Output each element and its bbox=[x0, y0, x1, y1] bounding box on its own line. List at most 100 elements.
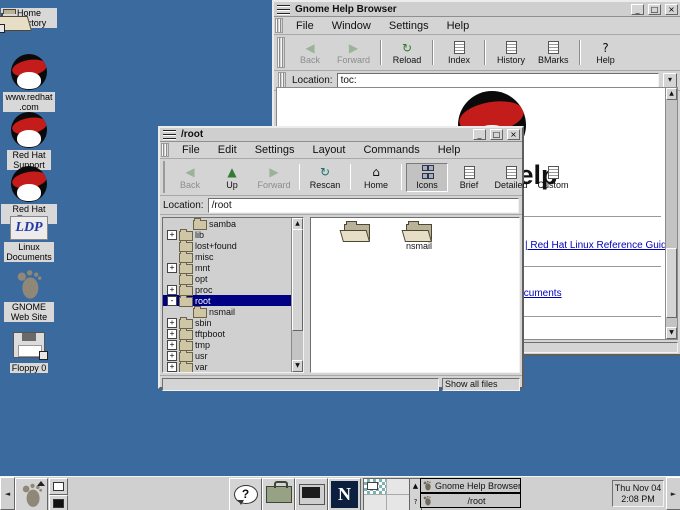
bmarks-button[interactable]: BMarks bbox=[532, 38, 575, 67]
menu-window[interactable]: Window bbox=[323, 19, 380, 33]
terminal-launcher[interactable] bbox=[295, 478, 328, 510]
content-scrollbar[interactable]: ▲ ▼ bbox=[665, 88, 677, 339]
menu-commands[interactable]: Commands bbox=[354, 143, 428, 157]
menubar-drag-handle[interactable] bbox=[161, 143, 169, 157]
panel-hide-right-button[interactable]: ► bbox=[666, 477, 680, 510]
maximize-button[interactable]: □ bbox=[648, 4, 661, 15]
config-tool-launcher[interactable] bbox=[262, 478, 295, 510]
menu-help[interactable]: Help bbox=[438, 19, 479, 33]
tree-item-lib[interactable]: +lib bbox=[163, 229, 292, 240]
help-launcher[interactable]: ? bbox=[229, 478, 262, 510]
scroll-down-icon[interactable]: ▼ bbox=[292, 360, 303, 372]
menubar-drag-handle[interactable] bbox=[275, 18, 283, 33]
window-menu-icon[interactable] bbox=[276, 4, 291, 15]
maximize-button[interactable]: □ bbox=[490, 129, 503, 140]
toolbar-drag-handle[interactable] bbox=[163, 161, 165, 193]
help-window-titlebar[interactable]: Gnome Help Browser _ □ × bbox=[274, 2, 680, 17]
expand-icon[interactable]: + bbox=[167, 329, 177, 339]
minimize-button[interactable]: _ bbox=[631, 4, 644, 15]
tree-item-nsmail[interactable]: nsmail bbox=[163, 306, 292, 317]
rescan-button[interactable]: ↻Rescan bbox=[304, 163, 346, 192]
expand-icon[interactable]: + bbox=[167, 285, 177, 295]
expand-icon[interactable]: + bbox=[167, 351, 177, 361]
tree-item-usr[interactable]: +usr bbox=[163, 350, 292, 361]
scroll-down-icon[interactable]: ▼ bbox=[666, 327, 677, 339]
expand-icon[interactable]: + bbox=[167, 318, 177, 328]
expand-icon[interactable]: + bbox=[167, 263, 177, 273]
menu-layout[interactable]: Layout bbox=[303, 143, 354, 157]
task-gnome-help-browser[interactable]: Gnome Help Browser bbox=[420, 478, 521, 493]
netscape-launcher[interactable]: N bbox=[328, 478, 361, 510]
desktop-icon-red-hat-support[interactable]: Red Hat Support bbox=[1, 112, 57, 173]
screen-light-icon[interactable] bbox=[49, 478, 68, 495]
detailed-view-button[interactable]: Detailed bbox=[490, 163, 532, 192]
reload-button[interactable]: ↻Reload bbox=[386, 38, 428, 67]
file-item[interactable] bbox=[329, 224, 385, 241]
pane-divider[interactable] bbox=[304, 217, 308, 373]
tree-item-opt[interactable]: opt bbox=[163, 273, 292, 284]
workspace-2[interactable] bbox=[387, 479, 409, 494]
tree-item-samba[interactable]: samba bbox=[163, 218, 292, 229]
expand-icon[interactable]: + bbox=[167, 362, 177, 372]
scrollbar-thumb[interactable] bbox=[666, 248, 677, 318]
tree-item-sbin[interactable]: +sbin bbox=[163, 317, 292, 328]
home-button[interactable]: ⌂Home bbox=[355, 163, 397, 192]
index-button[interactable]: Index bbox=[438, 38, 480, 67]
forward-button[interactable]: ▶Forward bbox=[253, 163, 295, 192]
menu-help[interactable]: Help bbox=[429, 143, 470, 157]
location-input[interactable]: toc: bbox=[337, 73, 659, 88]
file-item-nsmail[interactable]: nsmail bbox=[391, 224, 447, 251]
menu-file[interactable]: File bbox=[287, 19, 323, 33]
reference-guide-link[interactable]: | Red Hat Linux Reference Guide bbox=[525, 240, 672, 251]
desktop-icon-label: GNOME Web Site bbox=[4, 302, 54, 322]
menu-settings[interactable]: Settings bbox=[380, 19, 438, 33]
task-root-folder[interactable]: /root bbox=[420, 493, 521, 508]
custom-view-button[interactable]: Custom bbox=[532, 163, 574, 192]
close-button[interactable]: × bbox=[665, 4, 678, 15]
desktop-icon-linux-documents[interactable]: LDP Linux Documents bbox=[1, 216, 57, 265]
history-button[interactable]: History bbox=[490, 38, 532, 67]
icons-view-button[interactable]: Icons bbox=[406, 163, 448, 192]
tree-item-tftpboot[interactable]: +tftpboot bbox=[163, 328, 292, 339]
menu-file[interactable]: File bbox=[173, 143, 209, 157]
screen-dark-icon[interactable] bbox=[49, 495, 68, 510]
forward-button[interactable]: ▶Forward bbox=[331, 38, 376, 67]
menu-settings[interactable]: Settings bbox=[246, 143, 304, 157]
minimize-button[interactable]: _ bbox=[473, 129, 486, 140]
toolbar-drag-handle[interactable] bbox=[277, 37, 285, 68]
location-input[interactable]: /root bbox=[208, 198, 519, 213]
expand-icon[interactable]: + bbox=[167, 230, 177, 240]
fm-window-titlebar[interactable]: /root _ □ × bbox=[160, 128, 522, 142]
back-button[interactable]: ◀Back bbox=[289, 38, 331, 67]
main-menu-button[interactable] bbox=[15, 478, 48, 510]
tree-item-var[interactable]: +var bbox=[163, 361, 292, 372]
workspace-1-active[interactable] bbox=[364, 479, 386, 494]
desktop-icon-home-directory[interactable]: Home directory bbox=[1, 6, 57, 31]
expand-icon[interactable]: + bbox=[167, 340, 177, 350]
tree-item-proc[interactable]: +proc bbox=[163, 284, 292, 295]
workspace-pager[interactable] bbox=[363, 478, 410, 510]
tree-item-mnt[interactable]: +mnt bbox=[163, 262, 292, 273]
desktop-icon-floppy-0[interactable]: Floppy 0 bbox=[1, 332, 57, 376]
tree-item-misc[interactable]: misc bbox=[163, 251, 292, 262]
scroll-up-icon[interactable]: ▲ bbox=[666, 88, 677, 100]
collapse-icon[interactable]: - bbox=[167, 296, 177, 306]
tree-item-tmp[interactable]: +tmp bbox=[163, 339, 292, 350]
tree-item-root-selected[interactable]: -root bbox=[163, 295, 292, 306]
window-menu-icon[interactable] bbox=[162, 129, 177, 140]
close-button[interactable]: × bbox=[507, 129, 520, 140]
scrollbar-thumb[interactable] bbox=[292, 229, 303, 331]
help-button[interactable]: ?Help bbox=[585, 38, 627, 67]
tree-item-lost-found[interactable]: lost+found bbox=[163, 240, 292, 251]
desktop-icon-gnome-web-site[interactable]: GNOME Web Site bbox=[1, 268, 57, 325]
workspace-4[interactable] bbox=[387, 495, 409, 510]
location-dropdown-button[interactable]: ▾ bbox=[663, 73, 677, 88]
back-button[interactable]: ◀Back bbox=[169, 163, 211, 192]
menu-edit[interactable]: Edit bbox=[209, 143, 246, 157]
desktop-icon-www-redhat-com[interactable]: www.redhat.com bbox=[1, 54, 57, 115]
panel-hide-left-button[interactable]: ◄ bbox=[0, 477, 15, 510]
tree-scrollbar[interactable]: ▲ ▼ bbox=[291, 218, 303, 372]
workspace-3[interactable] bbox=[364, 495, 386, 510]
up-button[interactable]: ▲Up bbox=[211, 163, 253, 192]
brief-view-button[interactable]: Brief bbox=[448, 163, 490, 192]
